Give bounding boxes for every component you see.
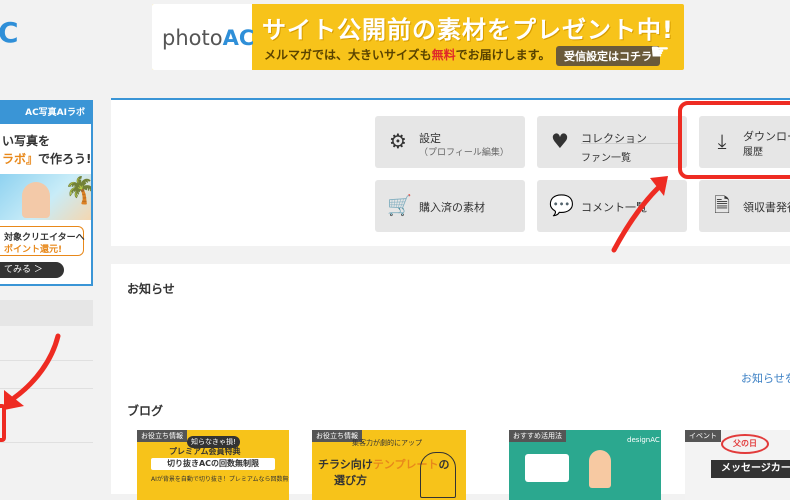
pointer-hand-icon: ☛ xyxy=(650,40,670,65)
receipt-icon: 🗎 xyxy=(713,193,731,217)
settings-button[interactable]: ⚙ 設定 （プロフィール編集） xyxy=(375,116,525,168)
banner-logo-ac: AC xyxy=(222,26,255,50)
blog-card-caption: AIが背景を自動で切り抜き！プレミアムなら回数無制限！ xyxy=(151,476,289,483)
collection-button[interactable]: ♥ コレクション ファン一覧 xyxy=(537,116,687,168)
side-ad-line2: ラボ』で作ろう! xyxy=(2,150,92,167)
palm-tree-icon: 🌴 xyxy=(64,176,91,206)
child-figure xyxy=(22,182,50,218)
blog-card-title-line2: 選び方 xyxy=(334,474,367,487)
receipt-label: 領収書発行 xyxy=(743,201,790,214)
side-ad-reward-line2: ポイント還元! xyxy=(4,245,63,255)
sidebar-divider xyxy=(0,442,93,443)
side-ad-line2-highlight: ラボ』 xyxy=(2,152,39,166)
banner-subtitle-emphasis: 無料 xyxy=(431,48,456,62)
side-ad-header: AC写真AIラボ xyxy=(0,102,91,124)
annotation-arrow-down xyxy=(4,333,61,410)
gear-icon: ⚙ xyxy=(389,129,407,153)
notices-heading: お知らせ xyxy=(127,282,175,296)
sidebar-section-header xyxy=(0,300,93,326)
blog-card-kicker: 集客力が劇的にアップ xyxy=(352,439,422,447)
receipt-button[interactable]: 🗎 領収書発行 xyxy=(699,180,790,232)
banner-logo-photo: photo xyxy=(162,26,223,50)
blog-card[interactable]: おすすめ活用法 designAC xyxy=(509,430,661,500)
notices-more-link[interactable]: お知らせを xyxy=(741,370,790,386)
banner-subtitle-suffix: でお届けします。 xyxy=(455,48,551,62)
banner-title: サイト公開前の素材をプレゼント中! xyxy=(262,16,674,44)
blog-card-title-prefix: チラシ向け xyxy=(318,458,373,471)
side-ad-try-button[interactable]: てみる ＞ xyxy=(0,262,64,278)
purchased-materials-button[interactable]: 🛒 購入済の素材 xyxy=(375,180,525,232)
settings-sublabel: （プロフィール編集） xyxy=(419,148,509,158)
person-illustration xyxy=(420,452,456,498)
banner-logo-area: photoAC xyxy=(152,4,254,70)
blog-card[interactable]: お役立ち情報 集客力が劇的にアップ チラシ向けテンプレートの 選び方 xyxy=(312,430,466,500)
comments-list-button[interactable]: 💬 コメント一覧 xyxy=(537,180,687,232)
side-ad-reward-box: 対象クリエイターへ ポイント還元! xyxy=(0,226,85,256)
blog-card-title: メッセージカー xyxy=(711,460,790,478)
laptop-illustration xyxy=(525,454,569,482)
settings-label: 設定 xyxy=(419,132,441,145)
blog-card-headline: プレミアム会員特典 xyxy=(169,447,241,456)
blog-card[interactable]: お役立ち情報 知らなきゃ損! プレミアム会員特典 切り抜きACの回数無制限 AI… xyxy=(137,430,289,500)
heart-icon: ♥ xyxy=(551,129,569,153)
banner-cta-button[interactable]: 受信設定はコチラ xyxy=(556,46,660,66)
blog-card[interactable]: イベント 父の日 メッセージカー xyxy=(685,430,790,500)
sidebar-divider xyxy=(0,388,93,389)
banner-subtitle-prefix: メルマガでは、大きいサイズも xyxy=(264,48,432,62)
comments-label: コメント一覧 xyxy=(581,201,647,214)
blog-card-title: 切り抜きACの回数無制限 xyxy=(151,458,275,470)
blog-card-tag: おすすめ活用法 xyxy=(509,430,566,442)
banner-logo: photoAC xyxy=(162,26,254,50)
sidebar-divider xyxy=(0,360,93,361)
collection-divider xyxy=(581,143,679,144)
annotation-highlight-box xyxy=(0,404,6,442)
banner-subtitle: メルマガでは、大きいサイズも無料でお届けします。 xyxy=(264,46,550,63)
side-ad-line1: い写真を xyxy=(2,134,51,148)
blog-heading: ブログ xyxy=(127,404,164,418)
side-ad-line2-suffix: で作ろう! xyxy=(38,152,92,166)
annotation-highlight-box xyxy=(678,101,790,179)
blog-card-tag: イベント xyxy=(685,430,721,442)
site-logo[interactable]: C xyxy=(0,16,19,49)
purchased-label: 購入済の素材 xyxy=(419,201,485,214)
person-illustration xyxy=(589,450,611,488)
newsletter-banner[interactable]: photoAC サイト公開前の素材をプレゼント中! メルマガでは、大きいサイズも… xyxy=(152,4,684,70)
blog-card-badge: 父の日 xyxy=(721,434,769,454)
ai-lab-side-ad[interactable]: AC写真AIラボ い写真を ラボ』で作ろう! 🌴 対象クリエイターへ ポイント還… xyxy=(0,100,93,286)
top-bar: C photoAC サイト公開前の素材をプレゼント中! メルマガでは、大きいサイ… xyxy=(0,0,790,78)
cart-icon: 🛒 xyxy=(387,193,412,217)
fan-list-label: ファン一覧 xyxy=(581,153,631,164)
blog-card-brand: designAC xyxy=(627,436,660,444)
side-ad-photo: 🌴 xyxy=(0,174,91,220)
blog-card-tag: お役立ち情報 xyxy=(137,430,187,442)
comment-icon: 💬 xyxy=(549,193,574,217)
notice-panel: お知らせ お知らせを ブログ お役立ち情報 知らなきゃ損! プレミアム会員特典 … xyxy=(111,264,790,500)
